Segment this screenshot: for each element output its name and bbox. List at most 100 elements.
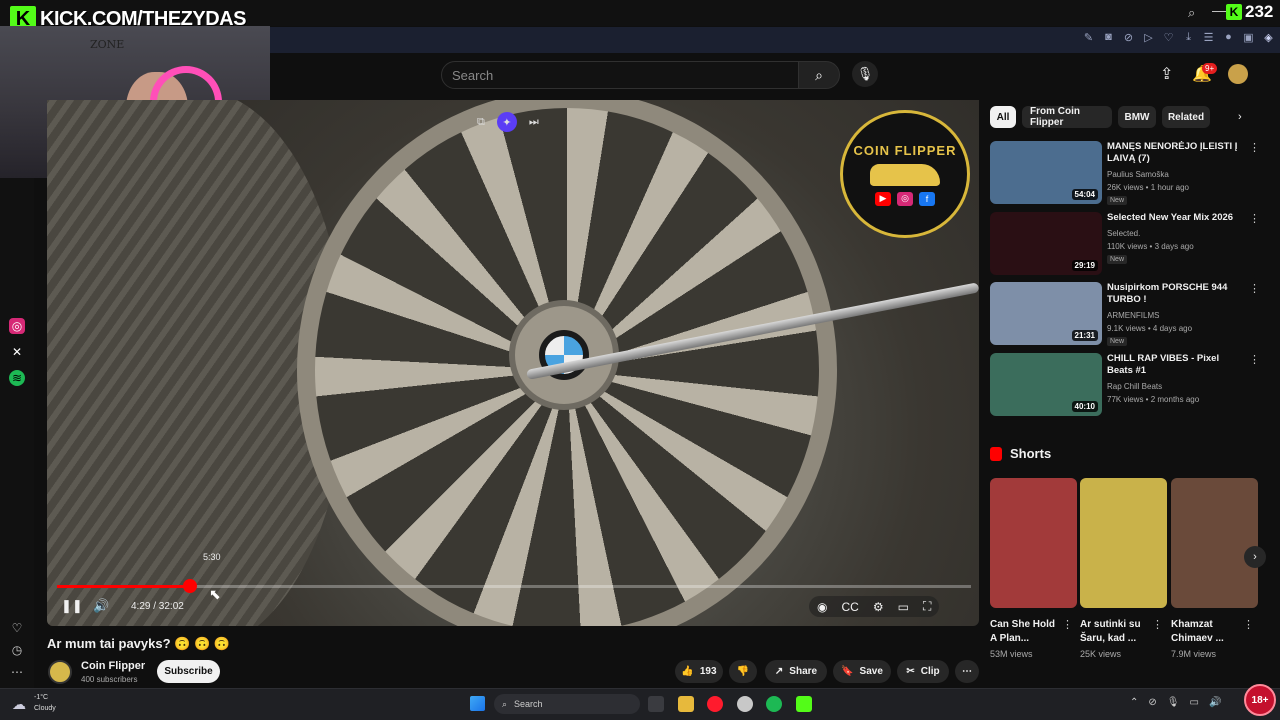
weather-temperature[interactable]: -1°C [34,694,48,701]
profile-icon[interactable]: ● [1223,31,1234,44]
theater-mode-icon[interactable]: ▭ [898,600,909,614]
progress-scrubber[interactable] [182,579,197,593]
ai-assistant-icon[interactable]: ◈ [1263,31,1274,44]
list-icon[interactable]: ☰ [1203,31,1214,44]
recommendation-channel[interactable]: ARMENFILMS [1107,311,1159,320]
recommendation-title[interactable]: Nusipirkom PORSCHE 944 TURBO ! [1107,282,1242,306]
fullscreen-icon[interactable]: ⛶ [923,599,931,614]
recommendation-title[interactable]: Selected New Year Mix 2026 [1107,212,1242,224]
more-vertical-icon[interactable]: ⋮ [1249,282,1260,295]
recommendation-item[interactable]: 21:31 Nusipirkom PORSCHE 944 TURBO ! ARM… [990,282,1260,346]
recommendation-title[interactable]: CHILL RAP VIBES - Pixel Beats #1 [1107,353,1242,377]
more-vertical-icon[interactable]: ⋮ [1243,618,1254,631]
ai-sparkle-icon[interactable]: ✦ [496,112,517,132]
recommendation-item[interactable]: 29:19 Selected New Year Mix 2026 Selecte… [990,212,1260,276]
chip-bmw[interactable]: BMW [1118,106,1156,128]
spotify-icon[interactable] [766,696,782,712]
captions-icon[interactable]: CC [841,600,858,614]
more-vertical-icon[interactable]: ⋮ [1152,618,1163,631]
chip-from-coin-flipper[interactable]: From Coin Flipper [1022,106,1112,128]
voice-search-button[interactable]: 🎙 [852,61,878,87]
share-button[interactable]: ↗ Share [765,660,827,683]
opera-icon[interactable] [707,696,723,712]
windows-start-icon[interactable] [470,696,485,711]
video-thumbnail[interactable]: 21:31 [990,282,1102,345]
edit-icon[interactable]: ✎ [1083,31,1094,44]
settings-icon[interactable]: ⚙ [873,600,884,614]
recommendation-title[interactable]: MANĘS NENORĖJO ĮLEISTI Į LAIVĄ (7) [1107,141,1242,165]
chip-all[interactable]: All [990,106,1016,128]
more-actions-button[interactable]: ⋯ [955,660,979,683]
instagram-icon[interactable]: ◎ [9,318,25,334]
minimize-icon[interactable]: — [1212,2,1226,18]
more-vertical-icon[interactable]: ⋮ [1249,353,1260,366]
search-icon[interactable]: ⌕ [1188,5,1195,21]
short-item[interactable]: Ar sutinki su Šaru, kad ... 25K views ⋮ [1080,478,1167,659]
video-player[interactable]: COIN FLIPPER ▶ ◎ f ⧉ ✦ ⏭ 5:30 ⬉ ❚❚ 🔊 4:2… [47,100,979,626]
dislike-button[interactable]: 👎 [729,660,757,683]
shield-icon[interactable]: ⊘ [1123,31,1134,44]
pause-button[interactable]: ❚❚ [61,598,83,614]
microphone-icon[interactable]: 🎙 [1167,697,1180,708]
channel-name[interactable]: Coin Flipper [81,660,145,672]
chip-related[interactable]: Related [1162,106,1210,128]
clip-button[interactable]: ✂ Clip [897,660,949,683]
file-explorer-icon[interactable] [678,696,694,712]
x-twitter-icon[interactable]: ✕ [9,344,25,360]
short-title[interactable]: Khamzat Chimaev ... [1171,618,1245,646]
taskbar-search[interactable]: ⌕ Search [494,694,640,714]
kick-app-icon[interactable] [796,696,812,712]
more-vertical-icon[interactable]: ⋮ [1249,141,1260,154]
play-icon[interactable]: ▷ [1143,31,1154,44]
download-icon[interactable]: ⤓ [1183,31,1194,44]
history-icon[interactable]: ◷ [9,642,25,658]
recommendation-channel[interactable]: Selected. [1107,229,1140,238]
cube-icon[interactable]: ▣ [1243,31,1254,44]
cloud-icon[interactable]: ☁ [12,696,26,713]
weather-description[interactable]: Cloudy [34,705,56,712]
like-button[interactable]: 👍 193 [675,660,723,683]
network-icon[interactable]: ⊘ [1148,697,1156,708]
short-item[interactable]: Can She Hold A Plan... 53M views ⋮ [990,478,1077,659]
spotify-icon[interactable]: ≋ [9,370,25,386]
video-thumbnail[interactable]: 40:10 [990,353,1102,416]
upload-icon[interactable]: ⇪ [1160,64,1173,84]
short-thumbnail[interactable] [1171,478,1258,608]
more-vertical-icon[interactable]: ⋮ [1249,212,1260,225]
autoplay-toggle[interactable]: ◉ [817,600,827,614]
more-vertical-icon[interactable]: ⋮ [1062,618,1073,631]
short-title[interactable]: Ar sutinki su Šaru, kad ... [1080,618,1154,646]
shorts-next-button[interactable]: › [1244,546,1266,568]
volume-button[interactable]: 🔊 [93,598,109,614]
short-item[interactable]: Khamzat Chimaev ... 7.9M views ⋮ [1171,478,1258,659]
heart-icon[interactable]: ♡ [1163,31,1174,44]
recommendation-item[interactable]: 40:10 CHILL RAP VIBES - Pixel Beats #1 R… [990,353,1260,417]
recommendation-channel[interactable]: Rap Chill Beats [1107,382,1162,391]
chevron-up-icon[interactable]: ⌃ [1130,697,1138,708]
camera-icon[interactable]: ◙ [1103,31,1114,44]
miniplayer-icon[interactable]: ⧉ [477,116,485,129]
channel-avatar[interactable] [48,660,72,684]
channel-watermark[interactable]: COIN FLIPPER ▶ ◎ f [840,110,970,238]
search-icon: ⌕ [815,66,823,83]
task-view-icon[interactable] [648,696,664,712]
display-icon[interactable]: ▭ [1189,697,1198,708]
obs-icon[interactable] [737,696,753,712]
recommendation-channel[interactable]: Paulius Samoška [1107,170,1169,179]
short-thumbnail[interactable] [1080,478,1167,608]
subscribe-button[interactable]: Subscribe [157,660,220,683]
video-thumbnail[interactable]: 54:04 [990,141,1102,204]
search-button[interactable]: ⌕ [798,61,840,89]
volume-icon[interactable]: 🔊 [1209,697,1221,708]
more-icon[interactable]: ⋯ [9,664,25,680]
heart-icon[interactable]: ♡ [9,620,25,636]
account-avatar[interactable] [1228,64,1248,84]
short-title[interactable]: Can She Hold A Plan... [990,618,1064,646]
recommendation-item[interactable]: 54:04 MANĘS NENORĖJO ĮLEISTI Į LAIVĄ (7)… [990,141,1260,205]
short-thumbnail[interactable] [990,478,1077,608]
video-thumbnail[interactable]: 29:19 [990,212,1102,275]
skip-icon[interactable]: ⏭ [529,116,539,129]
save-button[interactable]: 🔖 Save [833,660,891,683]
search-input[interactable]: Search [441,61,799,89]
chevron-right-icon[interactable]: › [1238,111,1242,123]
